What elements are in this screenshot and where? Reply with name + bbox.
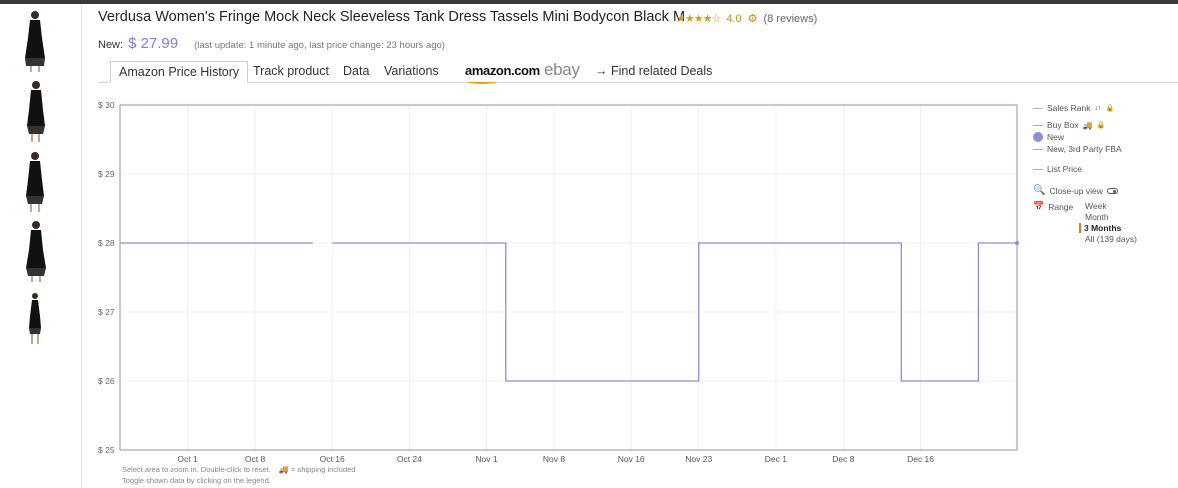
legend-line-icon [1033,107,1043,109]
x-tick-label: Dec 16 [907,454,934,464]
review-count-link[interactable]: (8 reviews) [763,13,817,25]
x-tick-label: Oct 16 [320,454,345,464]
legend-line-icon [1033,168,1043,170]
range-label: 📅 Range [1033,201,1073,212]
zoom-hint-text: Select area to zoom in. Double-click to … [122,465,271,474]
tab-data[interactable]: Data [343,64,369,78]
product-thumbnail[interactable] [15,148,55,212]
range-month[interactable]: Month [1085,212,1109,222]
x-tick-label: Nov 8 [543,454,565,464]
price-row: New: $ 27.99 (last update: 1 minute ago,… [98,35,445,52]
legend-buy-box[interactable]: Buy Box 🚚 🔒 [1033,120,1105,130]
rating-value: 4.0 [726,12,742,25]
shipping-note: = shipping included [290,465,356,474]
x-tick-label: Nov 16 [618,454,645,464]
legend-line-icon [1033,124,1043,126]
range-text: Range [1048,201,1074,212]
amazon-logo-link[interactable]: amazon.com [465,63,540,78]
x-tick-label: Oct 8 [245,454,266,464]
product-thumbnail[interactable] [15,218,55,282]
tab-amazon-price-history[interactable]: Amazon Price History [110,61,249,83]
settings-gear-icon[interactable]: ⚙ [748,12,758,25]
tabs-divider [98,82,1178,83]
truck-icon: 🚚 [1082,120,1093,130]
price-label: New: [98,39,124,51]
legend-dot-icon [1033,132,1043,142]
y-tick-label: $ 25 [98,445,115,455]
legend-label: New [1047,132,1065,142]
legend-label: New, 3rd Party FBA [1047,144,1122,154]
product-title: Verdusa Women's Fringe Mock Neck Sleevel… [98,9,686,25]
closeup-view-toggle[interactable]: 🔍 Close-up view [1033,185,1118,196]
closeup-label: Close-up view [1049,185,1103,196]
x-tick-label: Dec 1 [765,454,787,464]
y-tick-label: $ 30 [98,100,115,110]
toggle-hint: Toggle shown data by clicking on the leg… [122,476,271,485]
y-tick-label: $ 26 [98,376,115,386]
ebay-logo-link[interactable]: ebay [544,60,580,80]
tab-variations[interactable]: Variations [384,64,439,78]
legend-label: Sales Rank [1047,103,1091,113]
product-thumbnail[interactable] [15,288,55,352]
series-point-new [1015,241,1019,245]
current-price: $ 27.99 [128,35,179,52]
range-all[interactable]: All (139 days) [1085,234,1137,244]
legend-line-icon [1033,148,1043,150]
x-tick-label: Oct 1 [177,454,198,464]
legend-label: List Price [1047,164,1082,174]
x-tick-label: Oct 24 [397,454,422,464]
x-tick-label: Nov 23 [685,454,712,464]
window-top-bar [0,0,1178,4]
lock-icon: 🔒 [1096,122,1106,129]
sort-icon: ↓↑ [1094,104,1102,112]
x-tick-label: Nov 1 [475,454,497,464]
amazon-smile-icon [467,79,497,84]
y-tick-label: $ 27 [98,307,115,317]
star-rating-icon: ★★★★☆ [676,13,721,25]
y-tick-label: $ 29 [98,169,115,179]
toggle-icon[interactable] [1106,187,1118,194]
tab-track-product[interactable]: Track product [253,64,329,78]
lock-icon: 🔒 [1105,105,1115,112]
truck-icon: 🚚 [278,465,289,474]
rating: ★★★★☆ 4.0 ⚙ (8 reviews) [676,12,817,26]
zoom-hint: Select area to zoom in. Double-click to … [122,465,355,474]
range-3-months[interactable]: 3 Months [1079,223,1121,233]
find-related-deals-link[interactable]: → Find related Deals [595,64,712,78]
price-history-chart[interactable]: $ 25 $ 26 $ 27 $ 28 $ 29 $ 30 Oct 1 Oct 8 Oct 16… [90,96,1030,468]
legend-new-3rd-party-fba[interactable]: New, 3rd Party FBA [1033,144,1122,154]
x-tick-label: Dec 8 [832,454,854,464]
legend-list-price[interactable]: List Price [1033,164,1082,174]
product-thumbnails [0,4,82,488]
product-thumbnail[interactable] [15,8,55,72]
legend-new[interactable]: New [1033,132,1064,142]
product-thumbnail[interactable] [15,78,55,142]
search-icon: 🔍 [1033,185,1046,196]
calendar-icon: 📅 [1033,201,1045,211]
price-update-note: (last update: 1 minute ago, last price c… [194,40,445,51]
legend-label: Buy Box [1047,120,1079,130]
legend-sales-rank[interactable]: Sales Rank ↓↑ 🔒 [1033,103,1114,113]
y-tick-label: $ 28 [98,238,115,248]
range-week[interactable]: Week [1085,201,1107,211]
